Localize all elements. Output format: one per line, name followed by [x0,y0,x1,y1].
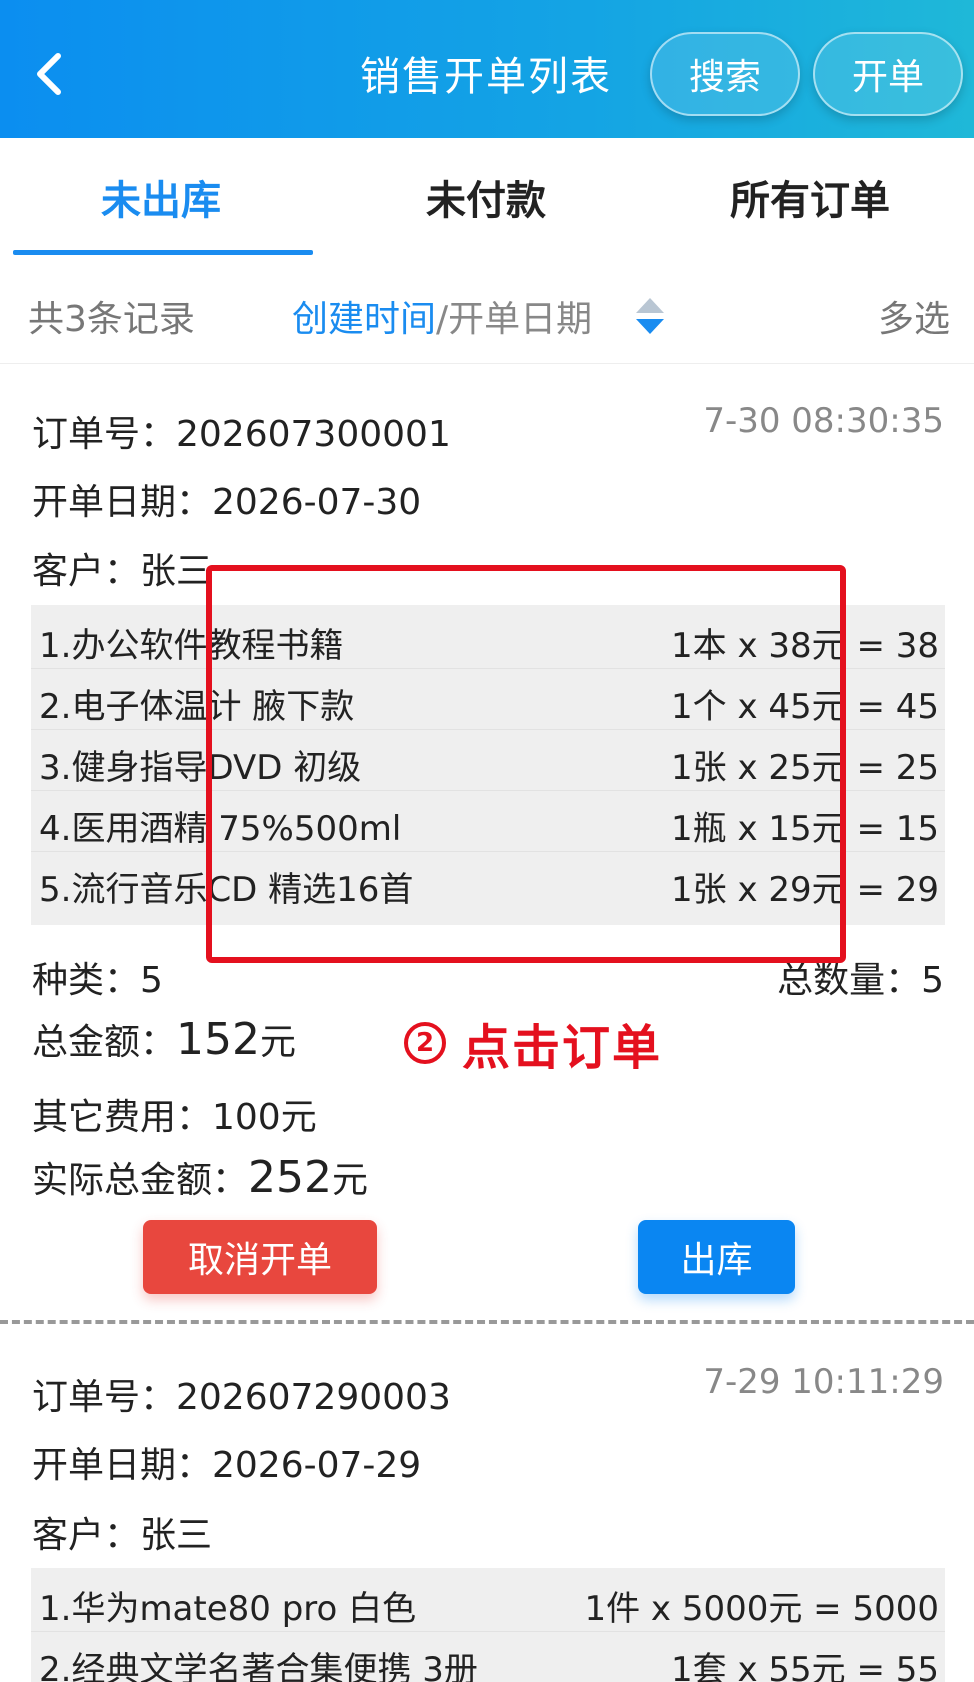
customer: 客户：张三 [32,1515,213,1556]
annotation-highlight-box [206,565,846,963]
multi-select-button[interactable]: 多选 [878,290,950,342]
order-divider [0,1320,974,1324]
item-name: 1.华为mate80 pro 白色 [39,1589,417,1629]
app-header: 销售开单列表 搜索 开单 [0,0,974,138]
item-name: 2.经典文学名著合集便携 3册 [39,1650,478,1682]
total-amount: 总金额：152元 [32,1013,296,1065]
item-list: 1.华为mate80 pro 白色 1件 x 5000元 = 5000 2.经典… [31,1568,945,1682]
sort-toggle[interactable]: 创建时间/开单日期 [292,290,592,342]
actual-total-amount: 实际总金额：252元 [32,1151,368,1203]
sort-icon[interactable] [634,296,666,336]
annotation-step-note: 2 点击订单 [404,1008,662,1078]
ship-out-button[interactable]: 出库 [638,1220,795,1294]
actual-total-label: 实际总金额： [32,1160,249,1201]
record-count: 共3条记录 [28,299,195,340]
tab-unpaid[interactable]: 未付款 [426,168,546,226]
sort-option-created[interactable]: 创建时间 [292,299,436,340]
cancel-order-button[interactable]: 取消开单 [143,1220,377,1294]
tab-bar: 未出库 未付款 所有订单 [0,138,974,258]
sort-option-order-date[interactable]: /开单日期 [436,299,592,340]
page-title: 销售开单列表 [360,54,612,100]
total-amount-value: 152 [176,1014,260,1065]
order-card[interactable]: 订单号：202607290003 7-29 10:11:29 开单日期：2026… [0,1326,974,1682]
total-amount-label: 总金额： [32,1022,177,1063]
actual-total-unit: 元 [332,1160,369,1201]
step-number-badge: 2 [404,1022,446,1064]
order-time: 7-30 08:30:35 [703,401,944,441]
order-number: 订单号：202607300001 [32,414,451,455]
order-date: 开单日期：2026-07-30 [32,482,422,523]
item-calc: 1件 x 5000元 = 5000 [584,1589,939,1629]
filter-bar: 共3条记录 创建时间/开单日期 多选 [0,258,974,364]
tab-all-orders[interactable]: 所有订单 [730,168,890,226]
open-order-button[interactable]: 开单 [813,32,963,116]
list-item: 2.经典文学名著合集便携 3册 1套 x 55元 = 55 [31,1632,945,1682]
annotation-text: 点击订单 [462,1020,663,1076]
order-date: 开单日期：2026-07-29 [32,1445,422,1486]
search-button[interactable]: 搜索 [650,32,800,116]
tab-not-shipped[interactable]: 未出库 [101,168,221,226]
item-calc: 1套 x 55元 = 55 [671,1650,939,1682]
customer: 客户：张三 [32,551,213,592]
other-fee: 其它费用：100元 [32,1097,317,1138]
order-number: 订单号：202607290003 [32,1377,451,1418]
order-time: 7-29 10:11:29 [703,1362,944,1402]
item-kinds: 种类：5 [32,960,163,1001]
list-item: 1.华为mate80 pro 白色 1件 x 5000元 = 5000 [31,1571,945,1632]
total-amount-unit: 元 [260,1022,297,1063]
active-tab-indicator [13,250,313,255]
actual-total-value: 252 [248,1152,332,1203]
back-arrow-icon[interactable] [30,46,70,102]
